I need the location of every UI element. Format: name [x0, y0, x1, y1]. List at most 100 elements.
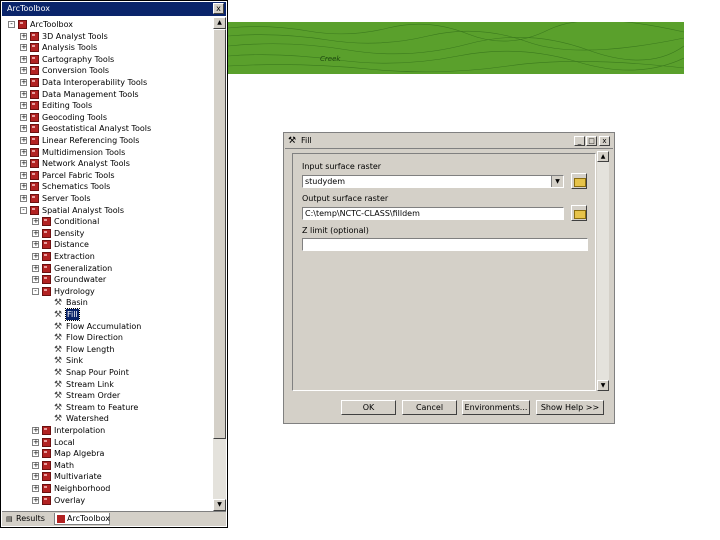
tree-item[interactable]: ⚒ Sink — [2, 355, 212, 366]
tree-item[interactable]: ⚒ Snap Pour Point — [2, 367, 212, 378]
expand-icon[interactable]: + — [32, 485, 39, 492]
input-raster-dropdown[interactable]: studydem ▼ — [302, 175, 564, 188]
collapse-icon[interactable]: - — [32, 287, 39, 295]
tree-item[interactable]: + Data Management Tools — [2, 89, 212, 100]
tree-item[interactable]: + Linear Referencing Tools — [2, 135, 212, 146]
expand-icon[interactable]: + — [32, 264, 39, 272]
tree-item[interactable]: +3D Analyst Tools — [2, 31, 212, 42]
tree-item[interactable]: + Overlay — [2, 495, 212, 506]
scroll-down-icon[interactable]: ▼ — [213, 499, 226, 511]
tree-item[interactable]: ⚒ Stream Link — [2, 379, 212, 390]
tree-item[interactable]: + Neighborhood — [2, 483, 212, 494]
tree-item[interactable]: + Data Interoperability Tools — [2, 77, 212, 88]
expand-icon[interactable]: + — [20, 32, 27, 40]
expand-icon[interactable]: + — [20, 79, 27, 86]
toolbox-scrollbar[interactable]: ▲ ▼ — [213, 17, 226, 511]
expand-icon[interactable]: + — [20, 55, 27, 63]
output-raster-field[interactable]: C:\temp\NCTC-CLASS\filldem — [302, 207, 564, 220]
zlimit-field[interactable] — [302, 238, 588, 251]
scroll-up-icon[interactable]: ▲ — [597, 151, 609, 162]
tree-item[interactable]: ⚒ Stream Order — [2, 390, 212, 401]
expand-icon[interactable]: + — [20, 90, 27, 98]
collapse-icon[interactable]: - — [8, 21, 15, 28]
tree-item[interactable]: + Analysis Tools — [2, 42, 212, 53]
tree-item[interactable]: + Conversion Tools — [2, 65, 212, 76]
close-button[interactable]: x — [599, 136, 610, 146]
tree-item[interactable]: + Local — [2, 437, 212, 448]
hammer-icon: ⚒ — [54, 402, 63, 413]
expand-icon[interactable]: + — [20, 102, 27, 110]
tree-item[interactable]: - Hydrology — [2, 286, 212, 297]
tree-item[interactable]: + Cartography Tools — [2, 54, 212, 65]
expand-icon[interactable]: + — [32, 229, 39, 237]
expand-icon[interactable]: + — [20, 171, 27, 179]
expand-icon[interactable]: + — [20, 160, 27, 168]
tree-item[interactable]: - Spatial Analyst Tools — [2, 205, 212, 216]
scroll-thumb[interactable] — [213, 29, 226, 439]
tree-item[interactable]: ⚒ Flow Length — [2, 344, 212, 355]
expand-icon[interactable]: + — [32, 461, 39, 469]
expand-icon[interactable]: + — [20, 137, 27, 144]
fill-scrollbar[interactable]: ▲ ▼ — [597, 151, 609, 391]
tree-item[interactable]: + Multidimension Tools — [2, 147, 212, 158]
expand-icon[interactable]: + — [20, 67, 27, 75]
expand-icon[interactable]: + — [20, 183, 27, 191]
expand-icon[interactable]: + — [20, 195, 27, 202]
expand-icon[interactable]: + — [32, 473, 39, 481]
arctoolbox-titlebar[interactable]: ArcToolbox x — [2, 2, 226, 16]
arctoolbox-close-button[interactable]: x — [213, 3, 224, 14]
expand-icon[interactable]: + — [20, 148, 27, 156]
tree-item[interactable]: + Geocoding Tools — [2, 112, 212, 123]
expand-icon[interactable]: + — [20, 125, 27, 133]
tree-item[interactable]: + Network Analyst Tools — [2, 158, 212, 169]
scroll-up-icon[interactable]: ▲ — [213, 17, 226, 29]
expand-icon[interactable]: + — [32, 241, 39, 249]
tree-item[interactable]: + Interpolation — [2, 425, 212, 436]
tab-arctoolbox[interactable]: ArcToolbox — [54, 513, 110, 525]
tree-item[interactable]: ⚒ Stream to Feature — [2, 402, 212, 413]
expand-icon[interactable]: + — [32, 427, 39, 434]
tree-item[interactable]: ⚒ Fill — [2, 308, 212, 321]
fill-titlebar[interactable]: ⚒ Fill _ □ x — [285, 134, 613, 149]
cancel-button[interactable]: Cancel — [402, 400, 457, 415]
tree-item-label: Data Interoperability Tools — [42, 78, 148, 87]
maximize-button[interactable]: □ — [586, 136, 597, 146]
show-help-button[interactable]: Show Help >> — [536, 400, 604, 415]
expand-icon[interactable]: + — [32, 496, 39, 504]
tree-item[interactable]: + Geostatistical Analyst Tools — [2, 123, 212, 134]
tree-item[interactable]: + Groundwater — [2, 274, 212, 285]
tree-item[interactable]: + Map Algebra — [2, 448, 212, 459]
ok-button[interactable]: OK — [341, 400, 396, 415]
open-folder-icon[interactable] — [571, 205, 587, 221]
expand-icon[interactable]: + — [32, 438, 39, 446]
tree-item[interactable]: + Schematics Tools — [2, 181, 212, 192]
chevron-down-icon[interactable]: ▼ — [551, 176, 563, 187]
environments-button[interactable]: Environments... — [462, 400, 530, 415]
scroll-down-icon[interactable]: ▼ — [597, 380, 609, 391]
tree-item[interactable]: + Editing Tools — [2, 100, 212, 111]
tree-item[interactable]: ⚒ Watershed — [2, 413, 212, 424]
tree-item[interactable]: - ArcToolbox — [2, 19, 212, 30]
expand-icon[interactable]: + — [20, 44, 27, 52]
tree-item[interactable]: ⚒ Basin — [2, 297, 212, 308]
tree-item[interactable]: + Extraction — [2, 251, 212, 262]
expand-icon[interactable]: + — [32, 253, 39, 260]
tree-item[interactable]: + Math — [2, 460, 212, 471]
tree-item[interactable]: + Generalization — [2, 263, 212, 274]
tree-item[interactable]: ⚒ Flow Accumulation — [2, 321, 212, 332]
tree-item[interactable]: + Density — [2, 228, 212, 239]
expand-icon[interactable]: + — [32, 450, 39, 458]
tree-item[interactable]: + Parcel Fabric Tools — [2, 170, 212, 181]
minimize-button[interactable]: _ — [574, 136, 585, 146]
tree-item[interactable]: + Conditional — [2, 216, 212, 227]
map-view[interactable]: Creek — [228, 22, 684, 74]
tree-item[interactable]: + Server Tools — [2, 193, 212, 204]
expand-icon[interactable]: + — [32, 276, 39, 284]
expand-icon[interactable]: + — [20, 113, 27, 121]
expand-icon[interactable]: + — [32, 218, 39, 226]
open-folder-icon[interactable] — [571, 173, 587, 189]
tree-item[interactable]: + Distance — [2, 239, 212, 250]
tree-item[interactable]: ⚒ Flow Direction — [2, 332, 212, 343]
tree-item[interactable]: + Multivariate — [2, 471, 212, 482]
collapse-icon[interactable]: - — [20, 206, 27, 214]
